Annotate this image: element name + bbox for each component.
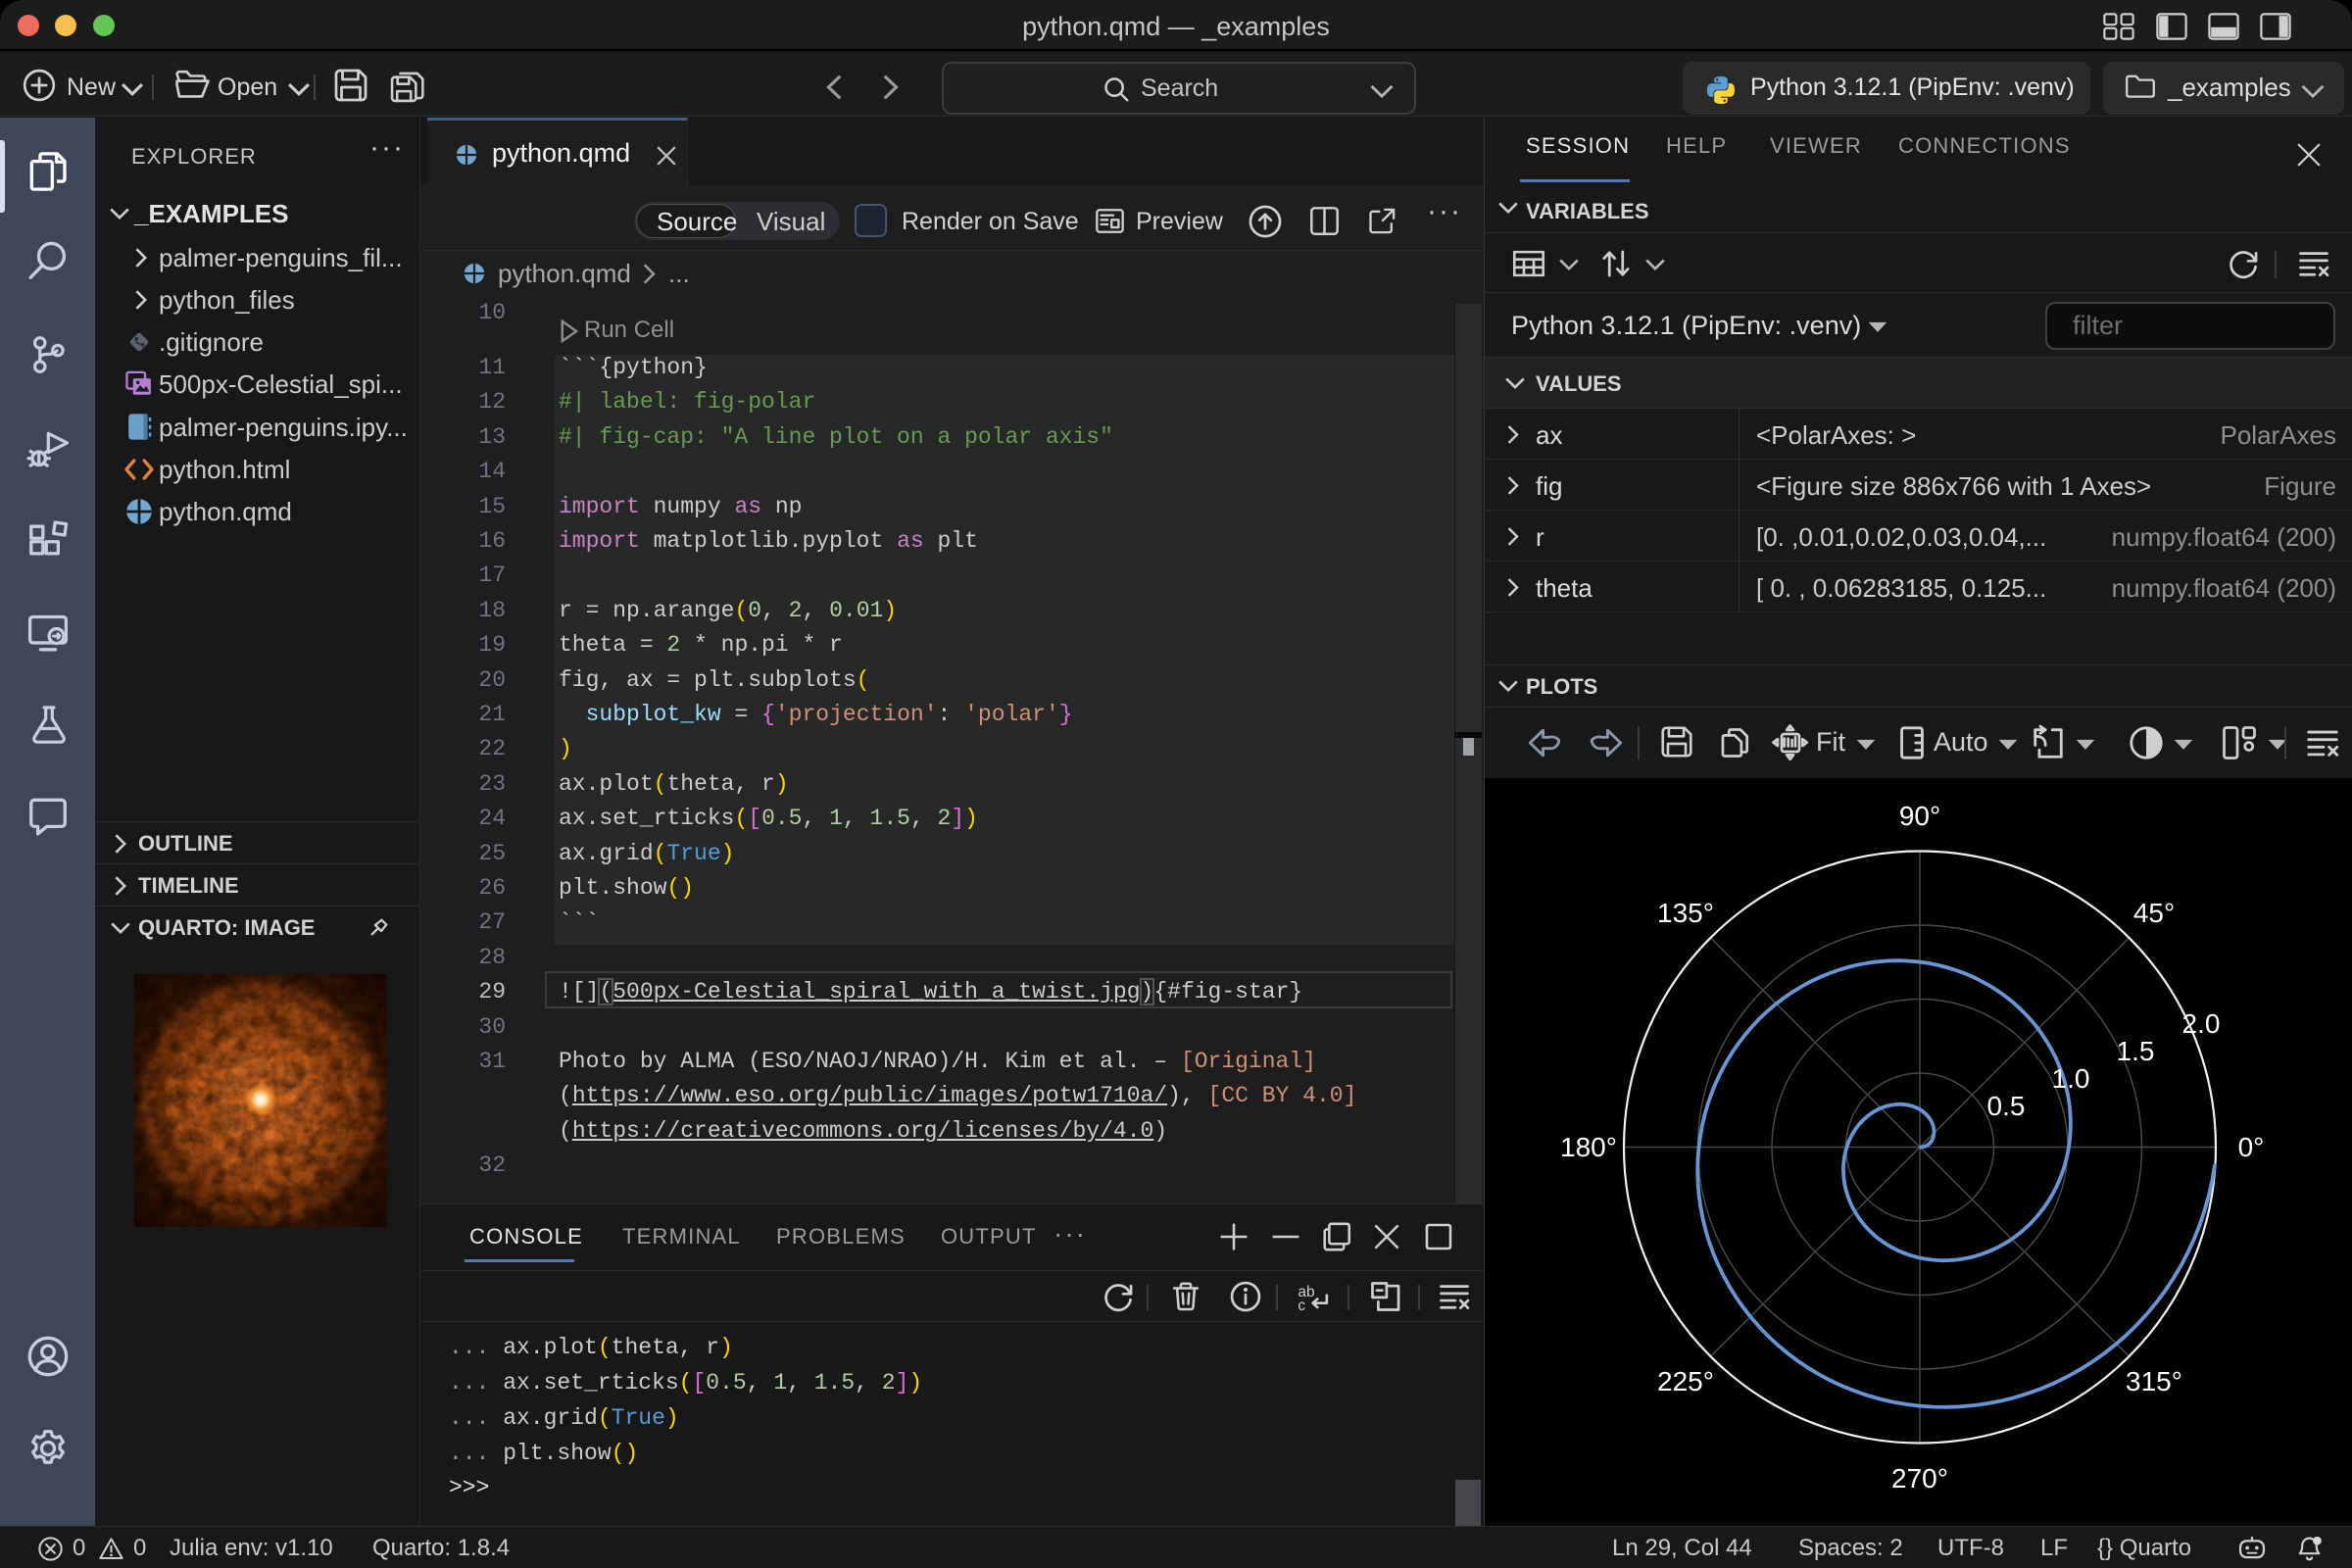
svg-text:90°: 90° (1899, 801, 1940, 831)
svg-text:1.0: 1.0 (2052, 1063, 2090, 1094)
svg-text:1.5: 1.5 (2117, 1036, 2155, 1066)
svg-text:135°: 135° (1657, 898, 1714, 928)
svg-text:0°: 0° (2238, 1132, 2265, 1162)
svg-text:0.5: 0.5 (1987, 1091, 2026, 1121)
svg-text:315°: 315° (2126, 1366, 2182, 1396)
svg-text:45°: 45° (2133, 898, 2175, 928)
svg-text:180°: 180° (1560, 1132, 1617, 1162)
svg-text:270°: 270° (1891, 1463, 1948, 1494)
svg-text:c: c (1298, 1298, 1305, 1314)
svg-text:2.0: 2.0 (2182, 1008, 2221, 1039)
svg-text:225°: 225° (1657, 1366, 1714, 1396)
